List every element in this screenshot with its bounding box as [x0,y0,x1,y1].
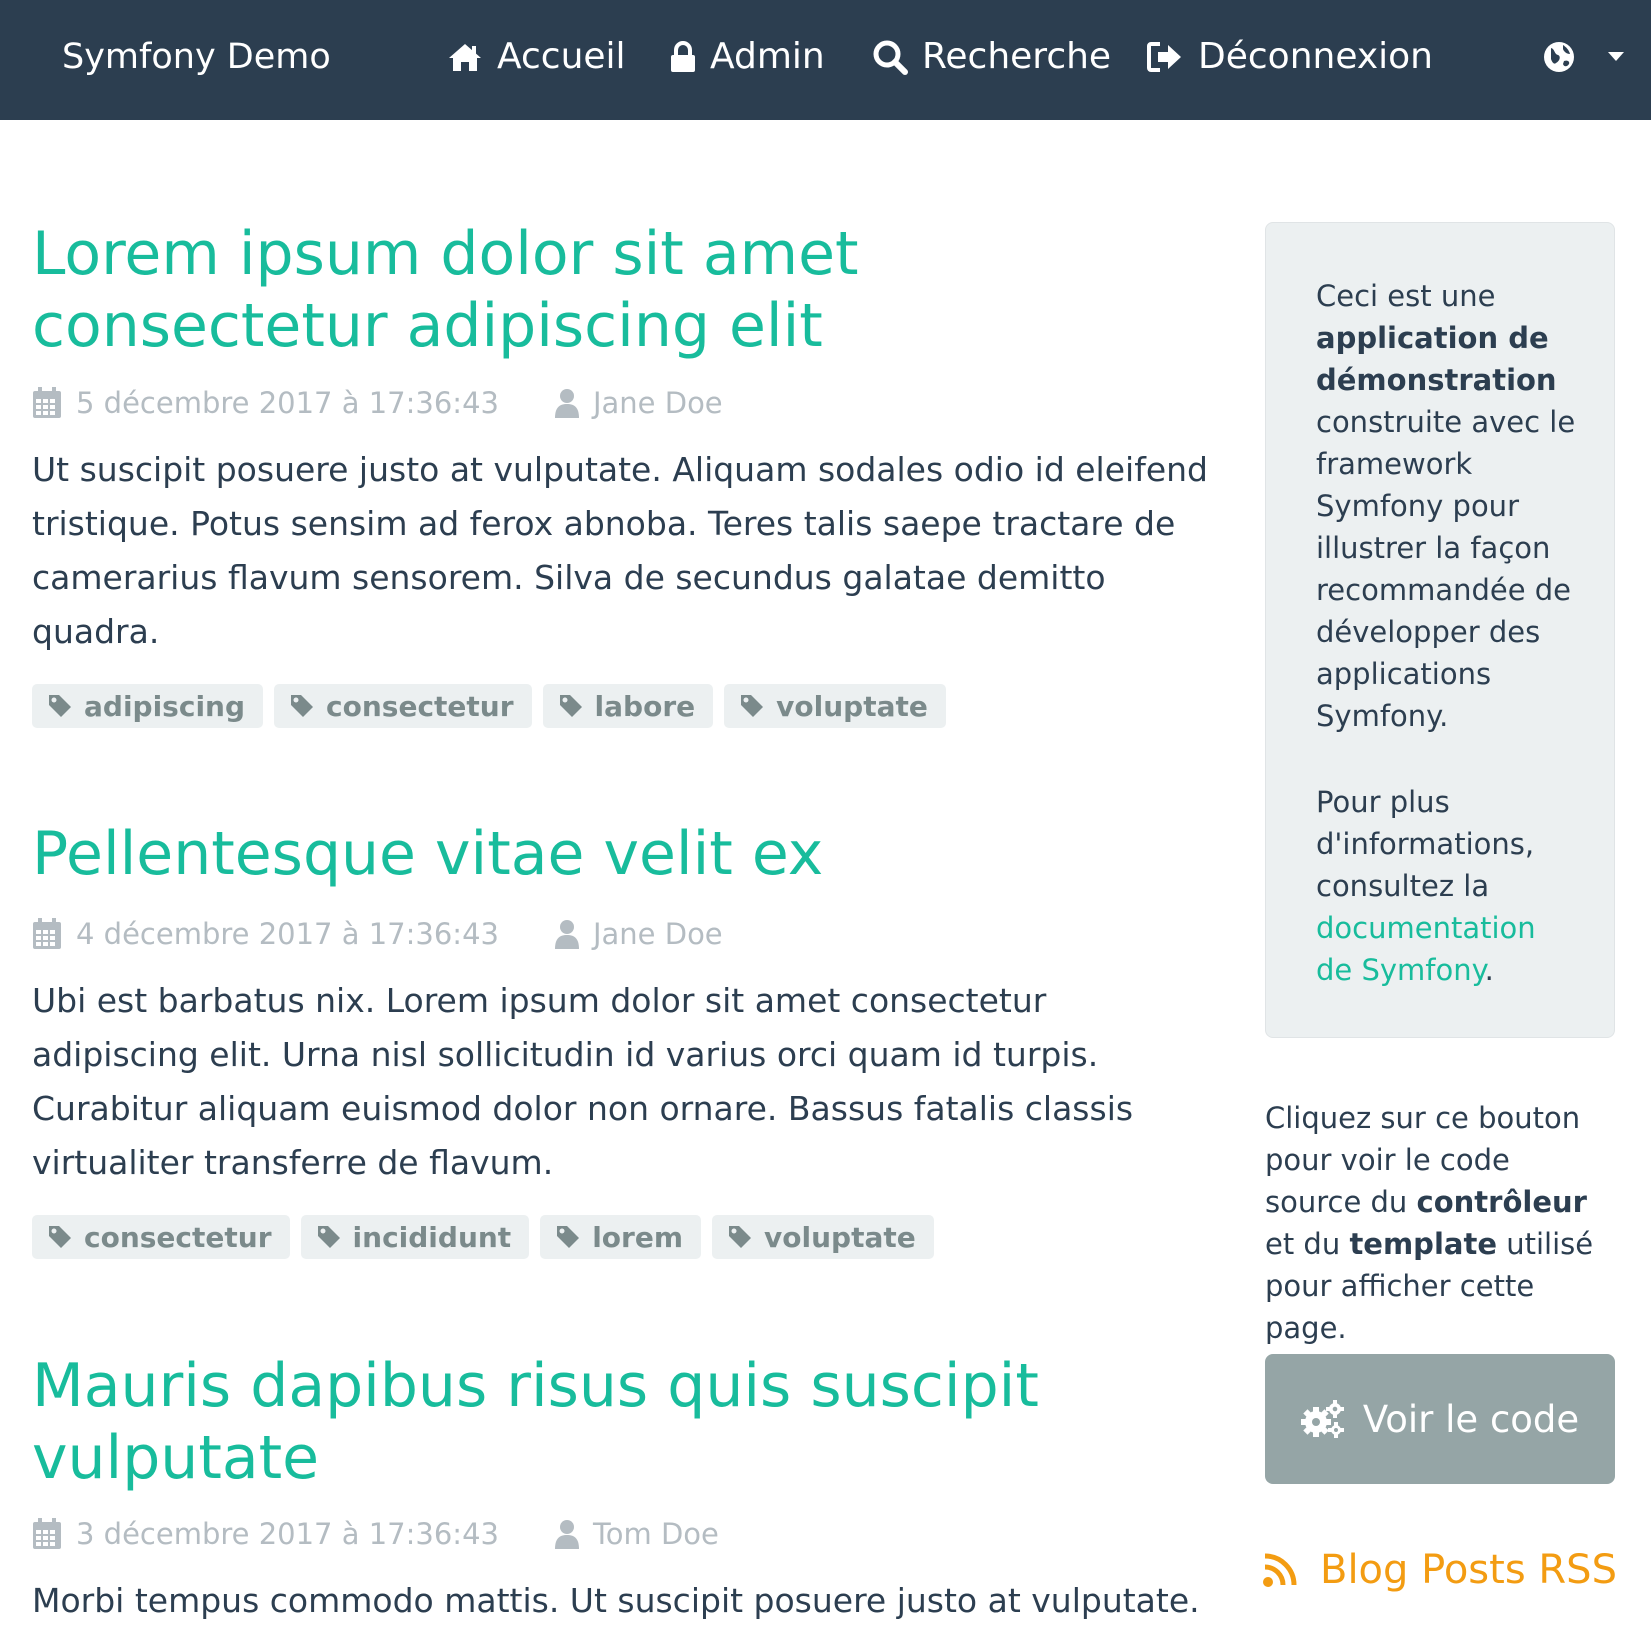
home-icon [449,44,481,71]
tag-icon [317,1226,340,1248]
tag-icon [291,695,314,717]
nav-item-accueil[interactable]: Accueil [447,33,626,81]
rss-icon [1263,1553,1297,1587]
more-info-text: Pour plus d'informations, consultez la d… [1316,785,1536,987]
user-icon [554,920,579,949]
globe-icon [1544,42,1574,72]
post-date: 5 décembre 2017 à 17:36:43 [76,386,499,420]
tag[interactable]: labore [542,684,714,728]
caret-down-icon [1608,52,1624,61]
tag[interactable]: consectetur [32,1215,290,1259]
tag[interactable]: adipiscing [32,684,264,728]
nav-item-label: Déconnexion [1198,36,1433,77]
nav-item-label: Accueil [497,36,626,77]
source-code-help: Cliquez sur ce bouton pour voir le code … [1265,1101,1594,1345]
post-title-link[interactable]: Mauris dapibus risus quis suscipit vulpu… [32,1350,1212,1494]
nav-item-deconnexion[interactable]: Déconnexion [1146,33,1433,81]
tag[interactable]: voluptate [724,684,946,728]
navbar: Symfony Demo Accueil Admin Recherche Déc… [0,0,1651,120]
brand-link[interactable]: Symfony Demo [62,33,331,81]
post-title-link[interactable]: Pellentesque vitae velit ex [32,818,1212,890]
user-icon [554,1520,579,1549]
tag[interactable]: voluptate [712,1215,934,1259]
tag-icon [559,695,582,717]
tag-label: consectetur [84,1220,272,1254]
nav-item-recherche[interactable]: Recherche [872,33,1111,81]
tag-icon [557,1226,580,1248]
rss-link[interactable]: Blog Posts RSS [1262,1545,1617,1595]
tag-list: consectetur incididunt lorem voluptate [32,1215,934,1259]
tag-icon [741,695,764,717]
post-summary: Ubi est barbatus nix. Lorem ipsum dolor … [32,981,1134,1182]
show-code-label: Voir le code [1362,1397,1580,1441]
tag-icon [49,1226,71,1248]
tag-label: voluptate [764,1220,916,1254]
tag-label: incididunt [352,1220,512,1254]
post-summary: Morbi tempus commodo mattis. Ut suscipit… [32,1581,1200,1620]
tag-icon [729,1226,752,1248]
tag[interactable]: consectetur [274,684,532,728]
nav-item-admin[interactable]: Admin [670,33,825,81]
post-date: 3 décembre 2017 à 17:36:43 [76,1517,499,1551]
about-text: Ceci est une application de démonstratio… [1316,279,1576,733]
documentation-link[interactable]: documentation de Symfony [1316,911,1536,987]
tag-label: voluptate [776,689,928,723]
nav-item-label: Recherche [922,36,1112,77]
post-metadata: 3 décembre 2017 à 17:36:43 Tom Doe [32,1514,719,1554]
post-author: Jane Doe [592,917,723,951]
tag-label: labore [594,689,696,723]
language-dropdown[interactable] [1542,33,1624,81]
rss-label: Blog Posts RSS [1320,1547,1617,1593]
about-bold: application de démonstration [1316,321,1557,397]
lock-icon [671,41,695,72]
tag-label: adipiscing [84,689,246,723]
post-title-link[interactable]: Lorem ipsum dolor sit amet consectetur a… [32,218,1212,362]
nav-item-label: Admin [710,36,825,77]
post-date: 4 décembre 2017 à 17:36:43 [76,917,499,951]
post-metadata: 5 décembre 2017 à 17:36:43 Jane Doe [32,383,723,423]
tag[interactable]: incididunt [300,1215,530,1259]
user-icon [554,389,579,418]
tag[interactable]: lorem [540,1215,702,1259]
calendar-icon [33,918,61,949]
tag-label: lorem [592,1220,684,1254]
post-author: Jane Doe [592,386,723,420]
calendar-icon [33,1518,61,1549]
post-metadata: 4 décembre 2017 à 17:36:43 Jane Doe [32,914,723,954]
show-code-button[interactable]: Voir le code [1265,1354,1615,1484]
post-summary: Ut suscipit posuere justo at vulputate. … [32,450,1208,651]
calendar-icon [33,387,61,418]
tag-label: consectetur [326,689,514,723]
tag-list: adipiscing consectetur labore voluptate [32,684,946,728]
about-well: Ceci est une application de démonstratio… [1265,222,1615,1038]
tag-icon [49,695,71,717]
post-author: Tom Doe [592,1517,719,1551]
search-icon [873,40,908,75]
sign-out-icon [1147,42,1181,72]
cogs-icon [1300,1400,1344,1438]
